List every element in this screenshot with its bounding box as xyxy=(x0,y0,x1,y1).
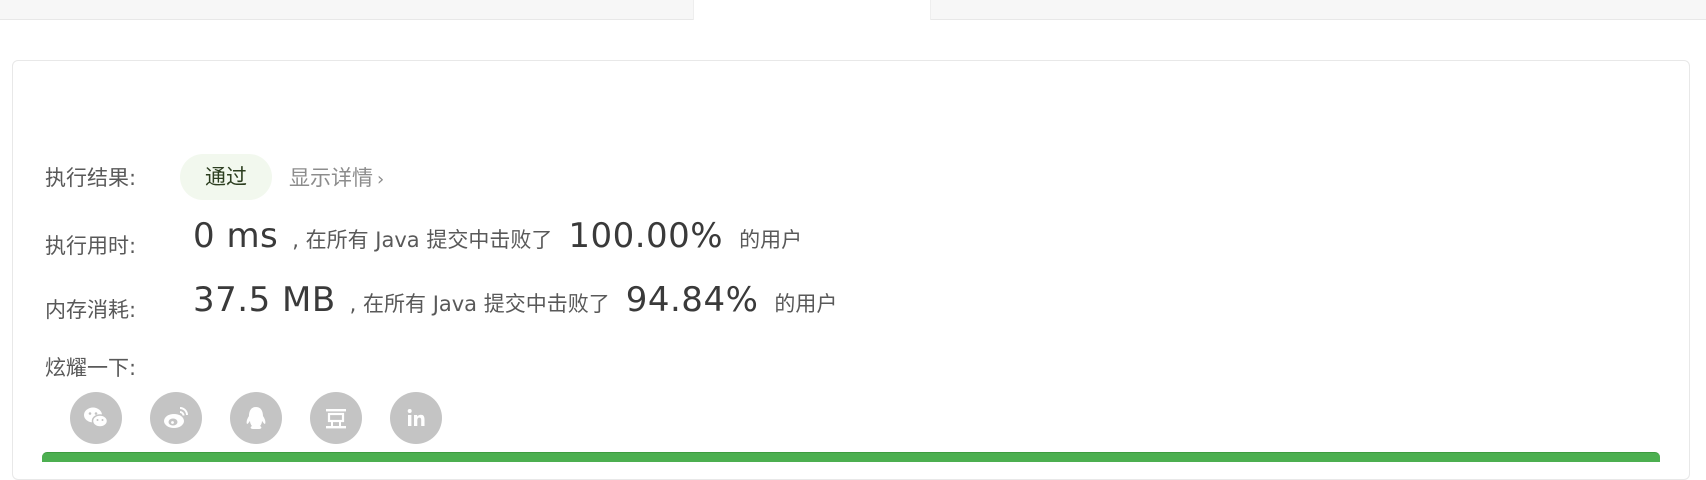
share-qq-button[interactable] xyxy=(230,392,282,444)
memory-percent: 94.84% xyxy=(625,280,759,320)
memory-suffix: 的用户 xyxy=(774,292,838,316)
share-wechat-button[interactable] xyxy=(70,392,122,444)
share-linkedin-button[interactable] xyxy=(390,392,442,444)
runtime-percent: 100.00% xyxy=(568,216,724,256)
tab-bar xyxy=(0,0,1706,20)
runtime-label: 执行用时: xyxy=(45,234,137,258)
weibo-icon xyxy=(164,407,188,428)
result-label: 执行结果: xyxy=(45,166,137,190)
runtime-value: 0 ms xyxy=(193,216,279,256)
submit-bar[interactable] xyxy=(42,452,1660,462)
memory-label: 内存消耗: xyxy=(45,298,137,322)
memory-value: 37.5 MB xyxy=(193,280,336,320)
submission-result-panel: 执行结果: 通过 显示详情 › 执行用时: 0 ms , 在所有 Java 提交中… xyxy=(12,60,1690,480)
runtime-suffix: 的用户 xyxy=(739,228,803,252)
status-badge: 通过 xyxy=(180,154,272,200)
qq-icon xyxy=(246,407,266,429)
runtime-stat: 0 ms , 在所有 Java 提交中击败了 100.00% 的用户 xyxy=(193,216,802,256)
share-label: 炫耀一下: xyxy=(45,356,137,380)
memory-stat: 37.5 MB , 在所有 Java 提交中击败了 94.84% 的用户 xyxy=(193,280,837,320)
share-buttons xyxy=(70,392,470,444)
wechat-icon xyxy=(84,407,109,428)
linkedin-icon xyxy=(407,409,425,426)
memory-middle-text: , 在所有 Java 提交中击败了 xyxy=(349,292,610,316)
tab-left[interactable] xyxy=(0,0,693,20)
tab-active[interactable] xyxy=(693,0,931,20)
tab-right[interactable] xyxy=(931,0,1706,20)
douban-icon xyxy=(326,409,346,429)
chevron-right-icon: › xyxy=(377,169,385,190)
share-weibo-button[interactable] xyxy=(150,392,202,444)
show-details-link[interactable]: 显示详情 › xyxy=(289,162,384,192)
show-details-label: 显示详情 xyxy=(289,166,373,190)
runtime-middle-text: , 在所有 Java 提交中击败了 xyxy=(292,228,553,252)
share-douban-button[interactable] xyxy=(310,392,362,444)
